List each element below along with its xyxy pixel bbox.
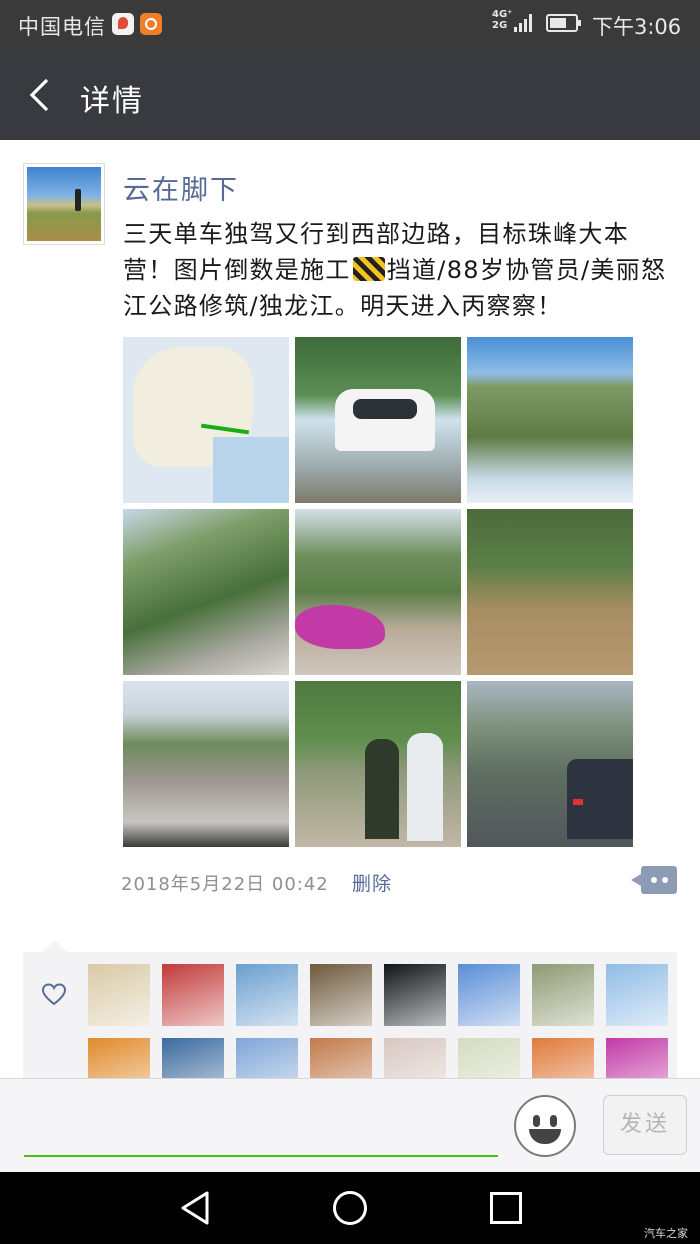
liker-avatar[interactable]	[606, 964, 668, 1026]
liker-avatar[interactable]	[162, 964, 224, 1026]
square-recents-icon[interactable]	[490, 1192, 522, 1224]
liker-avatar[interactable]	[458, 964, 520, 1026]
comment-input[interactable]	[24, 1097, 502, 1153]
avatar[interactable]	[23, 163, 105, 245]
page-title: 详情	[80, 84, 144, 119]
network-type: 4G⁺ 2G	[492, 9, 513, 31]
send-button[interactable]: 发送	[603, 1095, 687, 1155]
smiley-icon[interactable]	[514, 1095, 576, 1157]
chevron-left-icon[interactable]	[28, 78, 50, 112]
photo-mountain-switchback[interactable]	[467, 337, 633, 503]
photo-road-rubble[interactable]	[123, 681, 289, 847]
circle-home-icon[interactable]	[333, 1191, 367, 1225]
watermark: 汽车之家	[644, 1227, 688, 1240]
liker-avatar[interactable]	[88, 964, 150, 1026]
photo-grid	[123, 337, 634, 847]
comment-dots-icon[interactable]	[631, 866, 677, 894]
input-underline	[24, 1155, 498, 1157]
likes-panel	[23, 940, 677, 1100]
liker-avatar[interactable]	[384, 964, 446, 1026]
post-text: 三天单车独驾又行到西部边路，目标珠峰大本营！图片倒数是施工 挡道/88岁协管员/美…	[123, 220, 667, 320]
app-notification-icon	[140, 13, 162, 35]
status-bar: 中国电信 4G⁺ 2G 下午3:06	[0, 0, 700, 50]
photo-flowers-riverside[interactable]	[295, 509, 461, 675]
photo-white-suv[interactable]	[295, 337, 461, 503]
post-timestamp: 2018年5月22日 00:42	[121, 874, 329, 895]
title-bar: 详情	[0, 50, 700, 140]
liker-avatar[interactable]	[236, 964, 298, 1026]
liker-avatar[interactable]	[532, 964, 594, 1026]
liker-avatar[interactable]	[310, 964, 372, 1026]
triangle-back-icon[interactable]	[178, 1190, 212, 1226]
construction-sign-icon	[352, 257, 385, 281]
username-link[interactable]: 云在脚下	[123, 168, 239, 207]
photo-muddy-river[interactable]	[467, 509, 633, 675]
photo-excavator-roadwork[interactable]	[467, 681, 633, 847]
signal-icon	[514, 12, 536, 32]
delete-button[interactable]: 删除	[352, 869, 392, 896]
photo-two-men[interactable]	[295, 681, 461, 847]
carrier-label: 中国电信	[18, 15, 106, 39]
battery-icon	[546, 14, 581, 32]
photo-river-gorge[interactable]	[123, 509, 289, 675]
comment-input-bar: 发送	[0, 1078, 700, 1173]
photo-map[interactable]	[123, 337, 289, 503]
maps-notification-icon	[112, 13, 134, 35]
heart-outline-icon	[41, 982, 67, 1008]
system-nav-bar	[0, 1172, 700, 1244]
clock: 下午3:06	[592, 15, 682, 39]
